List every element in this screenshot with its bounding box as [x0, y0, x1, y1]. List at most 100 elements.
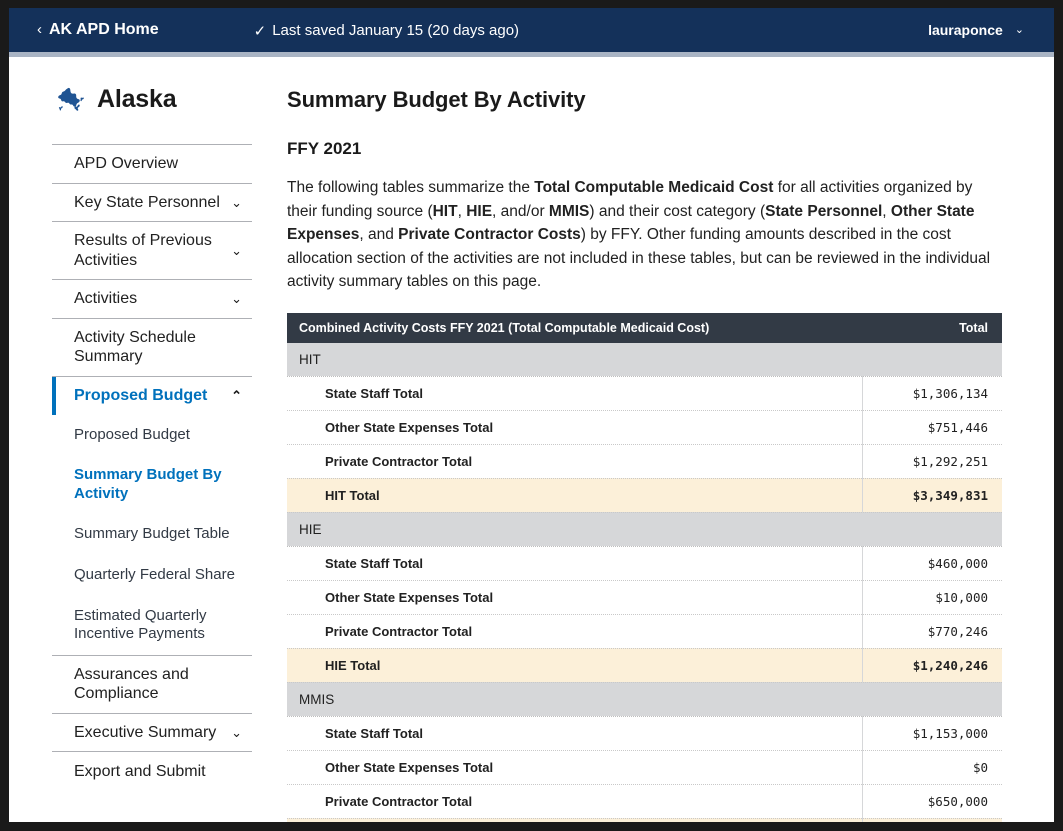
subtotal-value-cell: $3,349,831	[862, 478, 1002, 512]
sidebar-item-executive-summary[interactable]: Executive Summary ⌄	[52, 714, 252, 753]
sidebar-subitem-proposed-budget[interactable]: Proposed Budget	[52, 415, 252, 456]
table-header-label: Combined Activity Costs FFY 2021 (Total …	[287, 313, 862, 343]
sidebar-subnav-proposed-budget: Proposed Budget Summary Budget By Activi…	[52, 415, 252, 656]
section-name-cell: HIT	[287, 343, 862, 377]
sidebar-subitem-label: Proposed Budget	[74, 426, 190, 443]
combined-activity-costs-table: Combined Activity Costs FFY 2021 (Total …	[287, 313, 1002, 822]
chevron-down-icon: ⌄	[231, 726, 246, 739]
sidebar-subitem-estimated-quarterly-incentive-payments[interactable]: Estimated Quarterly Incentive Payments	[52, 596, 252, 655]
sidebar-subitem-label: Summary Budget By Activity	[74, 466, 222, 502]
sidebar-nav: Alaska APD Overview Key State Personnel …	[9, 57, 277, 790]
sidebar-item-label: Activities	[74, 289, 137, 309]
user-account-menu[interactable]: lauraponce ⌄	[928, 22, 1024, 38]
chevron-down-icon: ⌄	[1015, 25, 1024, 36]
brand: Alaska	[9, 85, 277, 114]
row-value-cell: $1,292,251	[862, 444, 1002, 478]
top-header-bar: ‹ AK APD Home ✓ Last saved January 15 (2…	[9, 8, 1054, 52]
row-value-cell: $0	[862, 750, 1002, 784]
table-row: State Staff Total$460,000	[287, 546, 1002, 580]
subtotal-value-cell: $1,803,000	[862, 818, 1002, 822]
sidebar-item-label: Assurances and Compliance	[74, 665, 246, 704]
row-label-cell: Other State Expenses Total	[287, 750, 862, 784]
row-label-cell: State Staff Total	[287, 376, 862, 410]
table-body: HITState Staff Total$1,306,134Other Stat…	[287, 343, 1002, 822]
table-header-total: Total	[862, 313, 1002, 343]
user-name-label: lauraponce	[928, 22, 1003, 38]
table-row: Other State Expenses Total$10,000	[287, 580, 1002, 614]
row-value-cell: $650,000	[862, 784, 1002, 818]
browser-frame: ‹ AK APD Home ✓ Last saved January 15 (2…	[0, 0, 1063, 831]
chevron-down-icon: ⌄	[231, 244, 246, 257]
sidebar-item-apd-overview[interactable]: APD Overview	[52, 145, 252, 184]
row-label-cell: Private Contractor Total	[287, 444, 862, 478]
sidebar-subitem-summary-budget-table[interactable]: Summary Budget Table	[52, 514, 252, 555]
subtotal-label-cell: HIT Total	[287, 478, 862, 512]
alaska-state-icon	[56, 87, 86, 113]
chevron-down-icon: ⌄	[231, 196, 246, 209]
subtotal-value-cell: $1,240,246	[862, 648, 1002, 682]
app-window: ‹ AK APD Home ✓ Last saved January 15 (2…	[9, 8, 1054, 822]
row-label-cell: Private Contractor Total	[287, 614, 862, 648]
ak-apd-home-link[interactable]: ‹ AK APD Home	[37, 21, 159, 39]
sidebar-item-export-and-submit[interactable]: Export and Submit	[52, 752, 252, 790]
table-row: State Staff Total$1,306,134	[287, 376, 1002, 410]
section-empty-cell	[862, 682, 1002, 716]
table-row: Private Contractor Total$1,292,251	[287, 444, 1002, 478]
row-value-cell: $1,306,134	[862, 376, 1002, 410]
brand-name-label: Alaska	[97, 85, 176, 114]
sidebar-subitem-summary-budget-by-activity[interactable]: Summary Budget By Activity	[52, 455, 252, 514]
sidebar-item-assurances-and-compliance[interactable]: Assurances and Compliance	[52, 656, 252, 714]
table-row: Other State Expenses Total$751,446	[287, 410, 1002, 444]
sidebar-item-label: Results of Previous Activities	[74, 231, 223, 270]
sidebar-item-activities[interactable]: Activities ⌄	[52, 280, 252, 319]
table-row: State Staff Total$1,153,000	[287, 716, 1002, 750]
app-body: Alaska APD Overview Key State Personnel …	[9, 57, 1054, 822]
row-value-cell: $770,246	[862, 614, 1002, 648]
sidebar-item-label: APD Overview	[74, 154, 178, 174]
sidebar-item-activity-schedule-summary[interactable]: Activity Schedule Summary	[52, 319, 252, 377]
last-saved-status: ✓ Last saved January 15 (20 days ago)	[254, 22, 519, 39]
checkmark-icon: ✓	[254, 24, 267, 39]
row-label-cell: State Staff Total	[287, 716, 862, 750]
row-value-cell: $751,446	[862, 410, 1002, 444]
chevron-down-icon: ⌄	[231, 292, 246, 305]
main-navigation: APD Overview Key State Personnel ⌄ Resul…	[52, 144, 252, 790]
sidebar-subitem-label: Quarterly Federal Share	[74, 566, 235, 583]
row-label-cell: Other State Expenses Total	[287, 410, 862, 444]
sidebar-subitem-label: Estimated Quarterly Incentive Payments	[74, 607, 207, 643]
table-section-row: MMIS	[287, 682, 1002, 716]
last-saved-label: Last saved January 15 (20 days ago)	[272, 22, 519, 39]
table-subtotal-row: MMIS Total$1,803,000	[287, 818, 1002, 822]
table-subtotal-row: HIE Total$1,240,246	[287, 648, 1002, 682]
page-title: Summary Budget By Activity	[287, 87, 1012, 113]
section-empty-cell	[862, 512, 1002, 546]
row-label-cell: Private Contractor Total	[287, 784, 862, 818]
table-subtotal-row: HIT Total$3,349,831	[287, 478, 1002, 512]
sidebar-item-proposed-budget[interactable]: Proposed Budget ⌃	[52, 377, 252, 415]
table-section-row: HIE	[287, 512, 1002, 546]
row-label-cell: Other State Expenses Total	[287, 580, 862, 614]
sidebar-subitem-quarterly-federal-share[interactable]: Quarterly Federal Share	[52, 555, 252, 596]
row-label-cell: State Staff Total	[287, 546, 862, 580]
table-header-row: Combined Activity Costs FFY 2021 (Total …	[287, 313, 1002, 343]
sidebar-item-key-state-personnel[interactable]: Key State Personnel ⌄	[52, 184, 252, 223]
sidebar-item-results-of-previous-activities[interactable]: Results of Previous Activities ⌄	[52, 222, 252, 280]
section-empty-cell	[862, 343, 1002, 377]
ffy-subtitle: FFY 2021	[287, 139, 1012, 159]
sidebar-subitem-label: Summary Budget Table	[74, 525, 230, 542]
chevron-up-icon: ⌃	[231, 389, 246, 402]
main-content: Summary Budget By Activity FFY 2021 The …	[277, 57, 1054, 822]
sidebar-item-label: Key State Personnel	[74, 193, 220, 213]
back-chevron-icon: ‹	[37, 22, 42, 37]
row-value-cell: $1,153,000	[862, 716, 1002, 750]
section-name-cell: HIE	[287, 512, 862, 546]
subtotal-label-cell: HIE Total	[287, 648, 862, 682]
home-link-label: AK APD Home	[49, 21, 159, 39]
table-row: Private Contractor Total$650,000	[287, 784, 1002, 818]
sidebar-item-label: Proposed Budget	[74, 386, 207, 406]
section-name-cell: MMIS	[287, 682, 862, 716]
sidebar-item-label: Executive Summary	[74, 723, 216, 743]
subtotal-label-cell: MMIS Total	[287, 818, 862, 822]
sidebar-item-label: Export and Submit	[74, 762, 206, 782]
row-value-cell: $460,000	[862, 546, 1002, 580]
